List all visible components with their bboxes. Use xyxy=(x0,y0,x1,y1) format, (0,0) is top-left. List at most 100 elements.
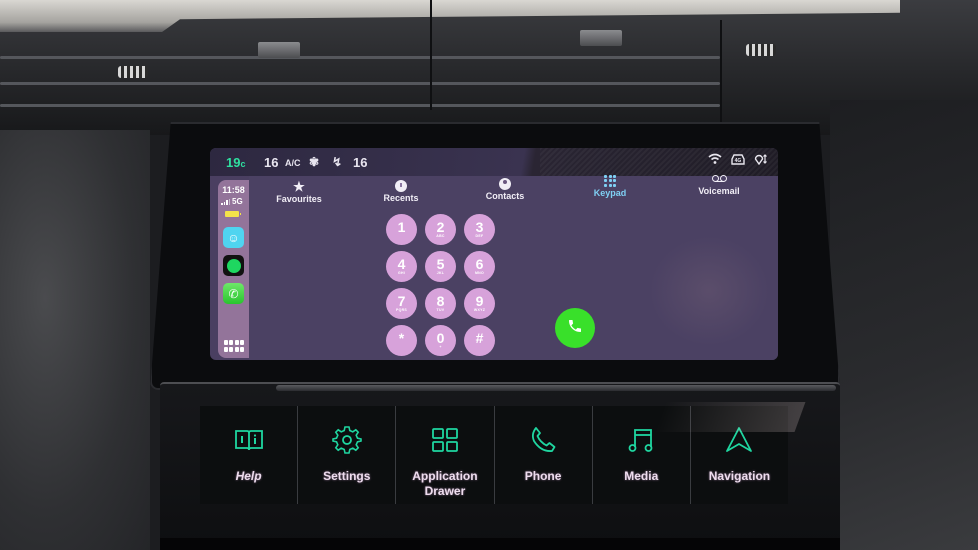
clock-icon xyxy=(395,178,407,193)
key-6[interactable]: 6 MNO xyxy=(464,251,495,282)
key-digit: 5 xyxy=(436,255,445,272)
ac-status[interactable]: A/C xyxy=(285,158,301,168)
tab-contacts[interactable]: Contacts xyxy=(470,176,540,201)
tab-label: Keypad xyxy=(593,188,627,198)
key-4[interactable]: 4 GHI xyxy=(386,251,417,282)
tab-label: Voicemail xyxy=(698,186,740,196)
key-7[interactable]: 7 PQRS xyxy=(386,288,417,319)
system-status-icons: 4G xyxy=(708,153,768,168)
key-digit: 0 xyxy=(436,329,445,346)
key-digit: 9 xyxy=(475,292,484,309)
key-digit: 2 xyxy=(436,218,445,235)
help-button[interactable]: Help xyxy=(200,406,297,504)
application-drawer-button[interactable]: Application Drawer xyxy=(395,406,493,504)
screen-reflection xyxy=(649,236,769,346)
phone-app: ★ Favourites Recents Contacts Keypad Voi… xyxy=(249,173,778,360)
vent-divider xyxy=(430,0,432,110)
navigation-button[interactable]: Navigation xyxy=(689,406,788,504)
key-digit: # xyxy=(475,329,484,346)
vent-bar xyxy=(0,82,720,85)
svg-text:4G: 4G xyxy=(735,158,742,164)
music-note-icon xyxy=(625,424,657,456)
keypad-icon xyxy=(604,173,616,188)
key-1[interactable]: 1 xyxy=(386,214,417,245)
vent-bar xyxy=(0,56,720,59)
tab-label: Contacts xyxy=(485,191,525,201)
navigation-arrow-icon xyxy=(723,424,755,456)
phone-button[interactable]: Phone xyxy=(493,406,592,504)
key-5[interactable]: 5 JKL xyxy=(425,251,456,282)
wifi-icon xyxy=(708,153,722,168)
seat-airflow-icon[interactable]: ↯ xyxy=(332,155,342,169)
tab-label: Favourites xyxy=(276,194,322,204)
key-2[interactable]: 2 ABC xyxy=(425,214,456,245)
key-letters: ABC xyxy=(436,233,445,238)
gear-icon xyxy=(331,424,363,456)
help-book-icon xyxy=(233,424,265,456)
dashboard-left-panel xyxy=(0,130,150,550)
shortcut-touch-panel: Help Settings Application Drawer Phone M… xyxy=(200,406,788,504)
key-letters: DEF xyxy=(475,233,484,238)
app-grid-icon xyxy=(429,424,461,456)
tab-keypad[interactable]: Keypad xyxy=(575,173,645,198)
connected-car-icon: 4G xyxy=(730,153,746,168)
key-digit: 6 xyxy=(475,255,484,272)
vent-divider xyxy=(720,20,722,130)
right-zone-temperature[interactable]: 16 xyxy=(353,155,367,170)
carplay-sidebar: 11:58 5G ☺ ✆ xyxy=(218,180,249,358)
phone-app-icon[interactable]: ✆ xyxy=(223,283,244,304)
navigation-label: Navigation xyxy=(708,469,771,483)
key-3[interactable]: 3 DEF xyxy=(464,214,495,245)
help-label: Help xyxy=(235,469,262,483)
phone-time: 11:58 xyxy=(222,185,245,195)
signal-bars-icon xyxy=(221,198,230,205)
phone-icon xyxy=(527,424,559,456)
left-zone-temperature[interactable]: 16 xyxy=(264,155,278,170)
dashboard-right-panel xyxy=(830,100,978,550)
key-digit: 3 xyxy=(475,218,484,235)
dashboard-trim xyxy=(0,0,900,32)
key-letters: GHI xyxy=(397,270,406,275)
key-digit: 7 xyxy=(397,292,406,309)
panel-trim-strip xyxy=(276,385,836,391)
tab-voicemail[interactable]: Voicemail xyxy=(684,171,754,196)
application-drawer-label: Application Drawer xyxy=(412,469,478,498)
key-0[interactable]: 0 + xyxy=(425,325,456,356)
settings-label: Settings xyxy=(323,469,371,483)
star-icon: ★ xyxy=(293,179,305,194)
call-button[interactable] xyxy=(555,308,595,348)
media-button[interactable]: Media xyxy=(591,406,690,504)
vent-adjust-tab[interactable] xyxy=(580,30,622,46)
key-hash[interactable]: # xyxy=(464,325,495,356)
tab-recents[interactable]: Recents xyxy=(366,178,436,203)
vent-knob[interactable] xyxy=(746,44,776,56)
tab-favourites[interactable]: ★ Favourites xyxy=(264,179,334,204)
fan-icon[interactable]: ✾ xyxy=(309,155,319,169)
key-letters: WXYZ xyxy=(473,307,486,312)
key-letters: JKL xyxy=(436,270,445,275)
media-label: Media xyxy=(624,469,659,483)
vent-adjust-tab[interactable] xyxy=(258,42,300,58)
person-icon xyxy=(499,176,511,191)
key-letters: + xyxy=(439,344,442,349)
phone-handset-icon xyxy=(567,318,583,339)
vent-knob[interactable] xyxy=(118,66,148,78)
app-grid-icon[interactable] xyxy=(224,340,244,352)
cellular-signal: 5G xyxy=(221,197,243,206)
key-letters: TUV xyxy=(436,307,445,312)
waze-app-icon[interactable]: ☺ xyxy=(223,227,244,248)
key-digit: 8 xyxy=(436,292,445,309)
panel-bottom-edge xyxy=(160,538,840,550)
key-8[interactable]: 8 TUV xyxy=(425,288,456,319)
settings-button[interactable]: Settings xyxy=(297,406,395,504)
key-9[interactable]: 9 WXYZ xyxy=(464,288,495,319)
key-star[interactable]: * xyxy=(386,325,417,356)
key-digit: 1 xyxy=(397,218,406,235)
phone-label: Phone xyxy=(524,469,562,483)
location-sharing-icon xyxy=(754,153,768,168)
spotify-app-icon[interactable] xyxy=(223,255,244,276)
outside-temperature: 19c xyxy=(226,155,245,170)
infotainment-screen: 19c 16 A/C ✾ ↯ 16 4G 11:58 5G ☺ ✆ ★ Favo… xyxy=(210,148,778,360)
dial-keypad: 1 2 ABC 3 DEF 4 GHI 5 JKL 6 MNO 7 PQRS 8 TUV 9W… xyxy=(386,214,508,356)
outside-temperature-value: 19 xyxy=(226,155,241,170)
